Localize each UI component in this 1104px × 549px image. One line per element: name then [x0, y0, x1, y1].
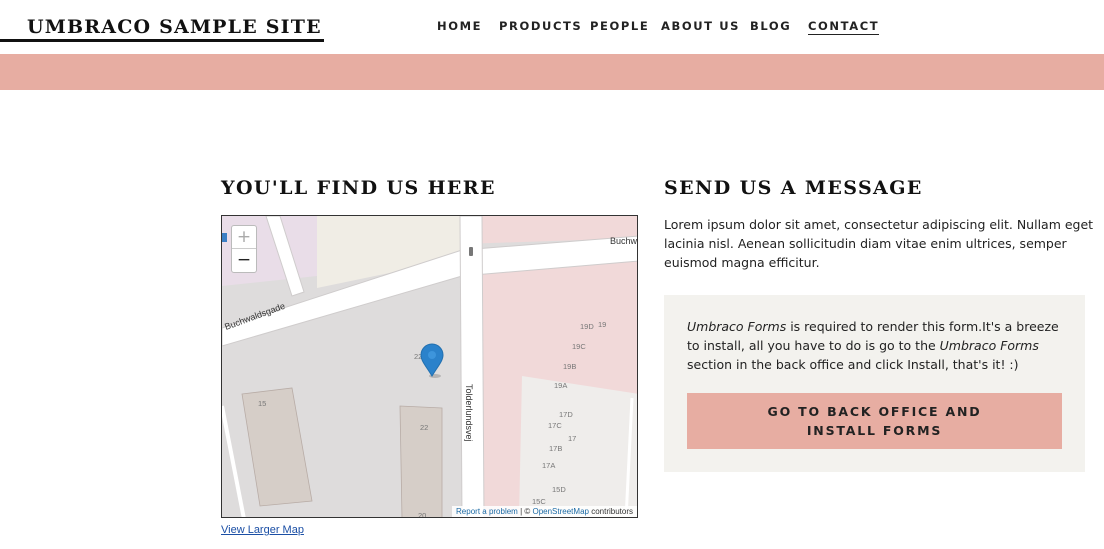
site-logo-text: UMBRACO SAMPLE SITE [27, 16, 322, 38]
nav-blog[interactable]: BLOG [750, 19, 791, 34]
map-attribution: Report a problem | © OpenStreetMap contr… [452, 506, 637, 517]
map-tiles: Buchwaldsgade Buchw Tolderlundsvej 22 15… [222, 216, 638, 518]
house-number: 17B [549, 444, 562, 453]
zoom-out-button[interactable]: − [232, 249, 256, 272]
forms-notice-text: Umbraco Forms is required to render this… [687, 319, 1059, 372]
house-number: 19D [580, 322, 594, 331]
install-forms-button[interactable]: GO TO BACK OFFICE AND INSTALL FORMS [687, 393, 1062, 449]
message-heading: SEND US A MESSAGE [664, 177, 923, 199]
house-number: 17D [559, 410, 573, 419]
message-intro: Lorem ipsum dolor sit amet, consectetur … [664, 217, 1094, 270]
house-number: 17C [548, 421, 562, 430]
forms-notice-box: Umbraco Forms is required to render this… [664, 295, 1085, 472]
nav-home[interactable]: HOME [437, 19, 482, 34]
house-number: 19A [554, 381, 567, 390]
accent-band [0, 54, 1104, 90]
nav-people[interactable]: PEOPLE [590, 19, 649, 34]
house-number: 19B [563, 362, 576, 371]
zoom-in-button[interactable]: + [232, 226, 256, 249]
house-number: 17A [542, 461, 555, 470]
house-number: 22 [420, 423, 428, 432]
house-number: 19C [572, 342, 586, 351]
site-logo[interactable]: UMBRACO SAMPLE SITE [0, 14, 324, 42]
nav-about-us[interactable]: ABOUT US [661, 19, 740, 34]
nav-products[interactable]: PRODUCTS [499, 19, 582, 34]
house-number: 15 [258, 399, 266, 408]
map-zoom-control: + − [231, 225, 257, 273]
house-number: 15C [532, 497, 546, 506]
house-number: 19 [598, 320, 606, 329]
nav-contact[interactable]: CONTACT [808, 19, 880, 35]
view-larger-map-link[interactable]: View Larger Map [221, 524, 304, 536]
street-label: Tolderlundsvej [464, 384, 474, 442]
install-forms-button-label: GO TO BACK OFFICE AND INSTALL FORMS [767, 404, 982, 438]
house-number: 15D [552, 485, 566, 494]
street-label: Buchw [610, 236, 638, 246]
map-embed[interactable]: Buchwaldsgade Buchw Tolderlundsvej 22 15… [221, 215, 638, 518]
report-problem-link[interactable]: Report a problem [456, 507, 518, 516]
openstreetmap-link[interactable]: OpenStreetMap [532, 507, 588, 516]
site-header: UMBRACO SAMPLE SITE HOME PRODUCTS PEOPLE… [0, 0, 1104, 54]
house-number: 20 [418, 511, 426, 518]
house-number: 17 [568, 434, 576, 443]
location-heading: YOU'LL FIND US HERE [221, 177, 496, 199]
